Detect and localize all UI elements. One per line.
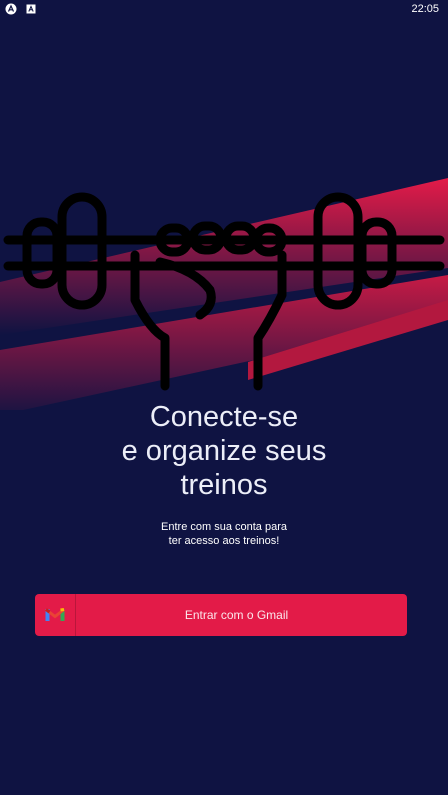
status-icons (5, 3, 36, 15)
page-title-line-1: Conecte-se (149, 401, 299, 433)
page-subtitle-line-1: Entre com sua conta para (161, 521, 287, 533)
page-title: Conecte-se e organize seus treinos (0, 400, 448, 502)
gmail-icon-container (35, 594, 76, 636)
android-notification-icon (5, 3, 17, 15)
gmail-login-button[interactable]: Entrar com o Gmail (35, 594, 407, 636)
gmail-icon (45, 608, 65, 621)
dumbbell-fist-icon (0, 178, 448, 410)
page-title-line-3: treinos (180, 469, 268, 501)
page-subtitle: Entre com sua conta para ter acesso aos … (0, 520, 448, 548)
page-subtitle-line-2: ter acesso aos treinos! (168, 535, 280, 547)
page-title-line-2: e organize seus (121, 435, 327, 467)
gmail-login-label: Entrar com o Gmail (184, 608, 289, 622)
app-notification-icon (26, 4, 36, 14)
status-bar: 22:05 (0, 0, 448, 20)
status-time: 22:05 (411, 3, 439, 15)
